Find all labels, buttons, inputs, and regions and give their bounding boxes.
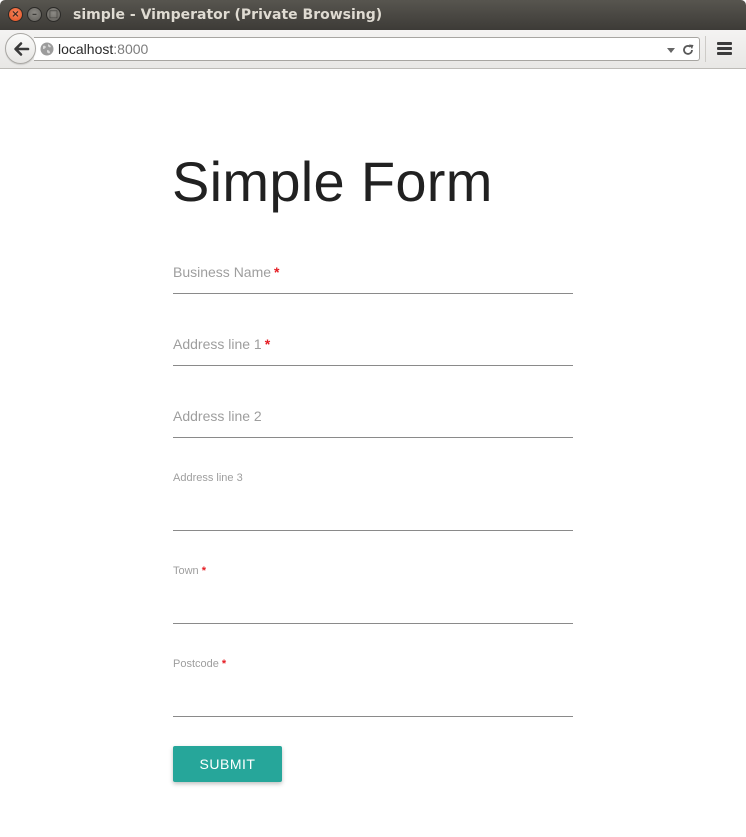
required-marker: * [201,565,206,577]
town-label: Town * [173,565,206,577]
address-line-3-input[interactable] [173,503,573,527]
back-button[interactable] [5,33,36,64]
toolbar-separator [705,36,706,62]
postcode-input[interactable] [173,689,573,713]
hamburger-menu-icon[interactable] [712,39,738,59]
input-underline [173,623,573,624]
window-title: simple - Vimperator (Private Browsing) [73,7,383,23]
required-marker: * [221,658,227,670]
minimize-icon: – [32,9,37,20]
address-line-1-input[interactable] [173,338,573,362]
dropdown-arrow-icon[interactable] [666,47,676,54]
window-close-button[interactable]: × [8,7,23,22]
business-name-input[interactable] [173,266,573,290]
input-underline [173,437,573,438]
address-line-3-label: Address line 3 [173,472,243,484]
input-underline [173,293,573,294]
town-field: Town * [173,564,573,624]
address-line-1-field: Address line 1 * [173,334,573,366]
window-minimize-button[interactable]: – [27,7,42,22]
submit-button[interactable]: SUBMIT [173,746,282,782]
close-icon: × [11,9,20,20]
back-arrow-icon [14,42,30,56]
input-underline [173,365,573,366]
postcode-field: Postcode * [173,657,573,717]
input-underline [173,530,573,531]
url-host: localhost [58,41,114,57]
address-line-2-input[interactable] [173,410,573,434]
business-name-field: Business Name * [173,262,573,294]
window-maximize-button[interactable]: □ [46,7,61,22]
window-titlebar: × – □ simple - Vimperator (Private Brows… [0,0,746,30]
maximize-icon: □ [48,9,59,20]
address-line-2-field: Address line 2 [173,406,573,438]
address-line-3-field: Address line 3 [173,471,573,531]
postcode-label: Postcode * [173,658,227,670]
globe-icon [40,42,54,56]
town-input[interactable] [173,596,573,620]
page-title: Simple Form [172,150,493,213]
url-text[interactable]: localhost:8000 [58,41,148,58]
url-bar[interactable]: localhost:8000 [34,37,700,61]
input-underline [173,716,573,717]
browser-navbar: localhost:8000 [0,30,746,69]
reload-icon[interactable] [681,43,695,57]
url-port: :8000 [113,41,149,57]
